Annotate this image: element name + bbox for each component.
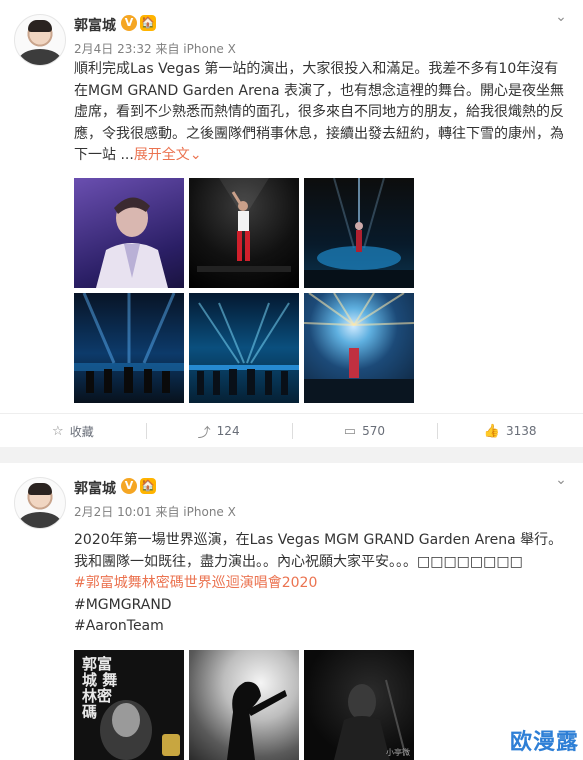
- like-count: 3138: [505, 424, 537, 438]
- photo-art: [197, 178, 291, 272]
- photo-performer-red-pants[interactable]: [189, 178, 299, 288]
- avatar-hair: [28, 20, 52, 32]
- photo-dancers-blue[interactable]: [74, 293, 184, 403]
- verified-icon: V: [121, 478, 137, 494]
- post-text: 順利完成Las Vegas 第一站的演出，大家很投入和滿足。我差不多有10年沒有…: [74, 59, 570, 167]
- avatar-shirt: [19, 512, 61, 528]
- site-watermark: 欧漫露: [509, 730, 579, 755]
- poster-title: 郭富城 舞林密碼: [82, 655, 118, 721]
- expand-link[interactable]: 展开全文⌄: [134, 147, 202, 163]
- avatar[interactable]: [14, 14, 66, 66]
- photo-art: [96, 197, 168, 288]
- hashtag-mgmgrand[interactable]: #MGMGRAND: [74, 595, 570, 617]
- avatar-shirt: [19, 49, 61, 65]
- photo-art: [304, 178, 414, 288]
- photo-art: [74, 293, 184, 393]
- weibo-post: 郭富城 V 🏠 2月4日 23:32 来自 iPhone X ⌄ 順利完成Las…: [0, 0, 583, 447]
- post-meta: 2月2日 10:01 来自 iPhone X: [74, 505, 236, 519]
- action-bar: ☆ 收藏 ⤴ 124 ▭ 570 👍 3138: [0, 413, 583, 448]
- post-body: 2020年第一場世界巡演，在Las Vegas MGM GRAND Garden…: [74, 532, 563, 570]
- chevron-down-icon[interactable]: ⌄: [553, 473, 569, 487]
- favorite-label: 收藏: [69, 424, 94, 439]
- repost-icon: ⤴: [197, 425, 211, 441]
- user-badges: V 🏠: [121, 14, 156, 32]
- photo-art: [334, 679, 405, 760]
- photo-lights-array[interactable]: [189, 293, 299, 403]
- favorite-button[interactable]: ☆ 收藏: [0, 414, 146, 448]
- photo-singer-portrait[interactable]: [74, 178, 184, 288]
- star-icon: ☆: [52, 423, 64, 439]
- post-meta: 2月4日 23:32 来自 iPhone X: [74, 42, 236, 56]
- photo-stage-blue-floor[interactable]: [304, 178, 414, 288]
- chevron-down-icon[interactable]: ⌄: [553, 10, 569, 24]
- weibo-post: 郭富城 V 🏠 2月2日 10:01 来自 iPhone X ⌄ 2020年第一…: [0, 463, 583, 760]
- photo-silhouette[interactable]: [189, 650, 299, 760]
- thumbs-up-icon: 👍: [483, 423, 500, 439]
- comment-count: 570: [362, 424, 385, 438]
- photo-tour-poster[interactable]: 郭富城 舞林密碼: [74, 650, 184, 760]
- member-icon: 🏠: [140, 15, 156, 31]
- user-name[interactable]: 郭富城: [74, 478, 116, 498]
- avatar-hair: [28, 483, 52, 495]
- like-button[interactable]: 👍 3138: [437, 414, 583, 448]
- user-name[interactable]: 郭富城: [74, 15, 116, 35]
- photo-art: [227, 681, 287, 760]
- photo-credit: 小亭微: [386, 748, 410, 757]
- avatar[interactable]: [14, 477, 66, 529]
- photo-art: [189, 302, 299, 395]
- repost-button[interactable]: ⤴ 124: [145, 414, 292, 448]
- member-icon: 🏠: [140, 478, 156, 494]
- post-text: 2020年第一場世界巡演，在Las Vegas MGM GRAND Garden…: [74, 530, 570, 638]
- hashtag-aaronteam[interactable]: #AaronTeam: [74, 616, 570, 638]
- photo-sunburst-stage[interactable]: [304, 293, 414, 403]
- hashtag-tour[interactable]: #郭富城舞林密碼世界巡迴演唱會2020: [74, 573, 570, 595]
- comment-icon: ▭: [343, 423, 357, 439]
- comment-button[interactable]: ▭ 570: [291, 414, 438, 448]
- photo-art: [304, 293, 414, 403]
- user-badges: V 🏠: [121, 477, 156, 495]
- verified-icon: V: [121, 15, 137, 31]
- repost-count: 124: [216, 424, 240, 438]
- photo-dark-stage[interactable]: 小亭微: [304, 650, 414, 760]
